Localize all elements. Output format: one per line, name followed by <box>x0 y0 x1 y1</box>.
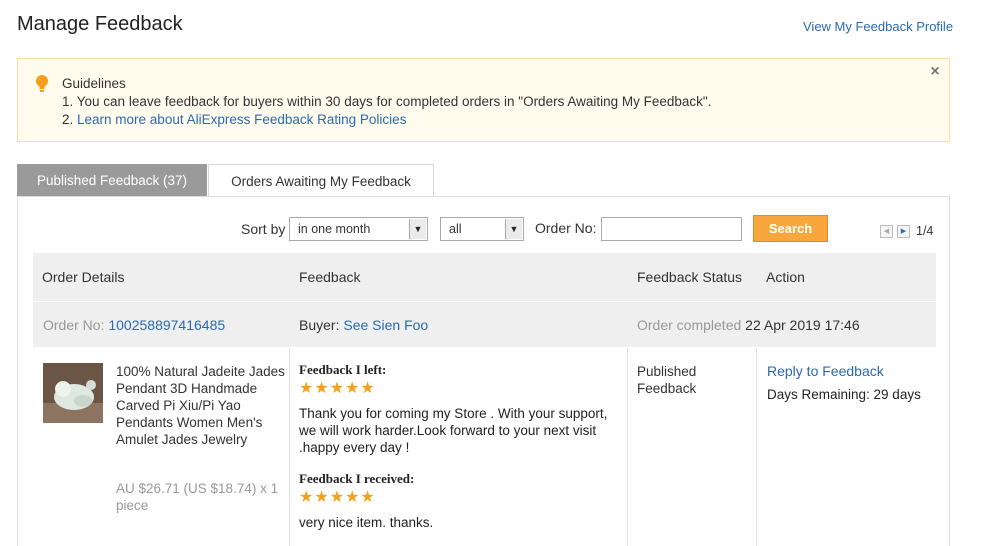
page-title: Manage Feedback <box>17 13 183 35</box>
column-divider <box>289 348 290 546</box>
tab-orders-awaiting-feedback[interactable]: Orders Awaiting My Feedback <box>208 164 434 198</box>
order-completed-date: 22 Apr 2019 17:46 <box>745 317 860 333</box>
feedback-status: Published Feedback <box>637 364 697 396</box>
pager-next-icon[interactable]: ▶ <box>897 225 910 238</box>
pager-count: 1/4 <box>916 224 934 238</box>
order-completed: Order completed 22 Apr 2019 17:46 <box>637 317 860 333</box>
feedback-received-heading: Feedback I received: <box>299 471 415 486</box>
reply-to-feedback-link[interactable]: Reply to Feedback <box>767 363 884 379</box>
order-no-label: Order No: <box>535 220 597 236</box>
feedback-left-heading: Feedback I left: <box>299 362 387 377</box>
bulb-icon <box>36 75 48 92</box>
period-select-value: in one month <box>298 222 371 236</box>
feedback-policies-link[interactable]: Learn more about AliExpress Feedback Rat… <box>77 112 406 127</box>
feedback-left-text: Thank you for coming my Store . With you… <box>299 406 608 455</box>
product-thumbnail[interactable] <box>43 363 103 423</box>
chevron-down-icon: ▼ <box>505 219 522 239</box>
buyer: Buyer: See Sien Foo <box>299 317 428 333</box>
header-action: Action <box>766 269 805 285</box>
type-select[interactable]: all ▼ <box>440 217 524 241</box>
guidelines-line-2: 2. Learn more about AliExpress Feedback … <box>62 112 406 127</box>
feedback-tabs: Published Feedback (37) Orders Awaiting … <box>17 164 950 198</box>
chevron-down-icon: ▼ <box>409 219 426 239</box>
pager-prev-icon[interactable]: ◀ <box>880 225 893 238</box>
buyer-name-link[interactable]: See Sien Foo <box>343 317 428 333</box>
guidelines-notice: Guidelines 1. You can leave feedback for… <box>17 58 950 142</box>
header-order-details: Order Details <box>42 269 125 285</box>
guidelines-title: Guidelines <box>62 76 126 91</box>
header-feedback: Feedback <box>299 269 361 285</box>
table-row: 100% Natural Jadeite Jades Pendant 3D Ha… <box>33 348 936 546</box>
order-number: Order No: 100258897416485 <box>43 317 225 333</box>
column-divider <box>756 348 757 546</box>
view-feedback-profile-link[interactable]: View My Feedback Profile <box>803 19 953 34</box>
search-button[interactable]: Search <box>753 215 828 242</box>
product-title[interactable]: 100% Natural Jadeite Jades Pendant 3D Ha… <box>116 363 286 448</box>
buyer-label: Buyer: <box>299 317 344 333</box>
guidelines-line-1: 1. You can leave feedback for buyers wit… <box>62 94 712 109</box>
days-remaining: Days Remaining: 29 days <box>767 387 921 402</box>
filter-bar: Sort by in one month ▼ all ▼ Order No: S… <box>18 197 951 252</box>
feedback-left-stars: ★★★★★ <box>299 380 376 397</box>
product-price: AU $26.71 (US $18.74) x 1 piece <box>116 481 279 513</box>
order-completed-label: Order completed <box>637 317 746 333</box>
feedback-received-text: very nice item. thanks. <box>299 515 434 530</box>
header-feedback-status: Feedback Status <box>637 269 743 285</box>
guidelines-line-2-prefix: 2. <box>62 112 78 127</box>
type-select-value: all <box>449 222 462 236</box>
close-icon[interactable]: × <box>927 64 943 80</box>
tab-published-feedback[interactable]: Published Feedback (37) <box>17 164 207 197</box>
table-header: Order Details Feedback Feedback Status A… <box>33 253 936 301</box>
column-divider <box>627 348 628 546</box>
sort-by-label: Sort by <box>241 221 286 237</box>
period-select[interactable]: in one month ▼ <box>289 217 428 241</box>
order-no-prefix: Order No: <box>43 317 109 333</box>
feedback-received-stars: ★★★★★ <box>299 489 376 506</box>
order-number-link[interactable]: 100258897416485 <box>108 317 225 333</box>
feedback-panel: Sort by in one month ▼ all ▼ Order No: S… <box>17 196 950 546</box>
order-summary-row: Order No: 100258897416485 Buyer: See Sie… <box>33 302 936 347</box>
order-no-input[interactable] <box>601 217 742 241</box>
